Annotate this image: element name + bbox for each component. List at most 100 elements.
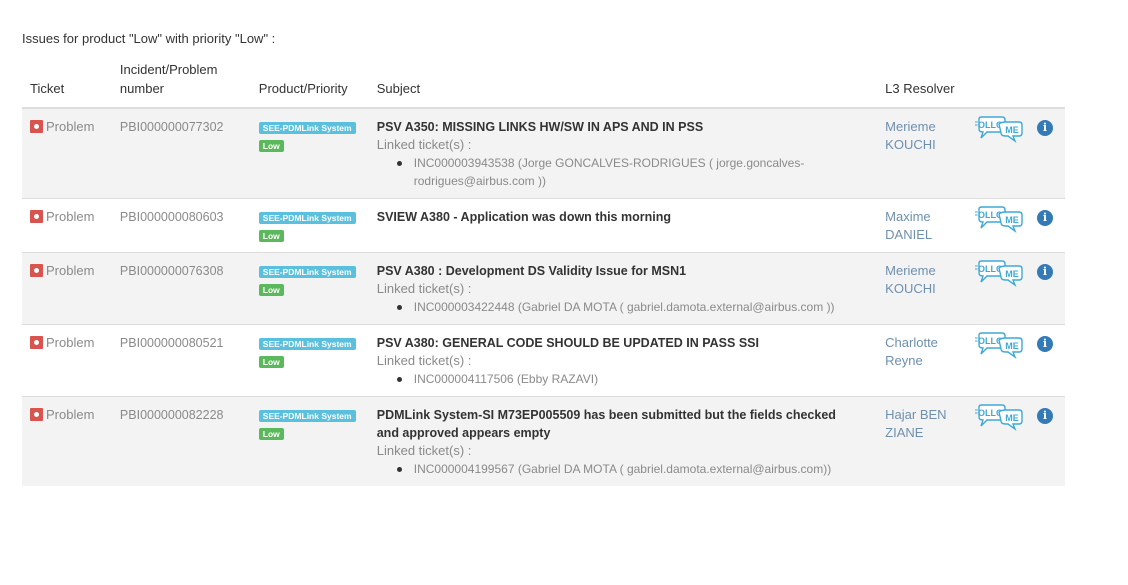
linked-tickets: Linked ticket(s) : INC000003943538 (Jorg… <box>377 136 871 190</box>
ticket-type-label: Problem <box>46 407 95 422</box>
priority-badge: Low <box>258 284 284 296</box>
ticket-cell: Problem <box>22 396 112 486</box>
subject-cell: PSV A350: MISSING LINKS HW/SW IN APS AND… <box>368 107 878 199</box>
linked-ticket-item: INC000003943538 (Jorge GONCALVES-RODRIGU… <box>396 154 871 190</box>
follow-me-icon[interactable]: FOLLOW ME <box>973 205 1023 233</box>
subject-cell: SVIEW A380 - Application was down this m… <box>368 198 878 253</box>
linked-tickets-label: Linked ticket(s) : <box>376 443 472 458</box>
follow-me-icon[interactable]: FOLLOW ME <box>973 331 1023 359</box>
subject-cell: PSV A380: GENERAL CODE SHOULD BE UPDATED… <box>368 324 878 397</box>
linked-ticket-line: INC000003422448 (Gabriel DA MOTA ( gabri… <box>413 300 835 314</box>
incident-number[interactable]: PBI000000080603 <box>111 198 251 253</box>
header-resolver: L3 Resolver <box>877 60 967 109</box>
ticket-type-label: Problem <box>46 335 95 350</box>
info-icon[interactable]: i <box>1037 120 1053 136</box>
resolver-last: KOUCHI <box>885 137 936 152</box>
subject-cell: PSV A380 : Development DS Validity Issue… <box>368 252 878 325</box>
subject-title[interactable]: PSV A380: GENERAL CODE SHOULD BE UPDATED… <box>377 334 871 352</box>
problem-icon <box>30 264 43 277</box>
follow-me-icon[interactable]: FOLLOW ME <box>973 259 1023 287</box>
linked-ticket-line: rodrigues@airbus.com )) <box>413 174 546 188</box>
page-heading: Issues for product "Low" with priority "… <box>22 31 276 46</box>
priority-badge: Low <box>258 356 284 368</box>
table-row: Problem PBI000000077302 SEE-PDMLink Syst… <box>22 107 1065 199</box>
problem-icon <box>30 120 43 133</box>
info-cell: i <box>1029 198 1065 253</box>
subject-cell: PDMLink System-SI M73EP005509 has been s… <box>368 396 878 486</box>
linked-ticket-line: INC000004199567 (Gabriel DA MOTA ( gabri… <box>413 462 832 476</box>
linked-tickets: Linked ticket(s) : INC000003422448 (Gabr… <box>377 280 871 316</box>
resolver-last: ZIANE <box>885 425 924 440</box>
issues-table: Ticket Incident/Problem number Product/P… <box>22 60 1065 486</box>
subject-line: and approved appears empty <box>376 426 551 440</box>
follow-cell: FOLLOW ME <box>967 396 1029 486</box>
product-badge: SEE-PDMLink System <box>258 212 356 224</box>
svg-text:ME: ME <box>1005 215 1019 225</box>
ticket-cell: Problem <box>22 324 112 397</box>
incident-number[interactable]: PBI000000082228 <box>111 396 251 486</box>
info-icon[interactable]: i <box>1037 210 1053 226</box>
resolver-name[interactable]: Merieme KOUCHI <box>877 107 967 199</box>
info-icon[interactable]: i <box>1037 336 1053 352</box>
subject-line: PSV A350: MISSING LINKS HW/SW IN APS AND… <box>376 120 704 134</box>
incident-number[interactable]: PBI000000080521 <box>111 324 251 397</box>
follow-cell: FOLLOW ME <box>967 107 1029 199</box>
header-info <box>1029 60 1065 109</box>
subject-title[interactable]: PSV A350: MISSING LINKS HW/SW IN APS AND… <box>377 118 871 136</box>
info-cell: i <box>1029 396 1065 486</box>
subject-line: PSV A380: GENERAL CODE SHOULD BE UPDATED… <box>376 336 759 350</box>
follow-cell: FOLLOW ME <box>967 198 1029 253</box>
info-icon[interactable]: i <box>1037 408 1053 424</box>
info-cell: i <box>1029 252 1065 325</box>
svg-text:ME: ME <box>1005 413 1019 423</box>
linked-tickets: Linked ticket(s) : INC000004199567 (Gabr… <box>377 442 871 478</box>
ticket-cell: Problem <box>22 198 112 253</box>
resolver-name[interactable]: Maxime DANIEL <box>877 198 967 253</box>
resolver-name[interactable]: Charlotte Reyne <box>877 324 967 397</box>
resolver-first: Merieme <box>885 263 936 278</box>
table-row: Problem PBI000000080603 SEE-PDMLink Syst… <box>22 198 1065 253</box>
svg-text:ME: ME <box>1005 341 1019 351</box>
subject-title[interactable]: SVIEW A380 - Application was down this m… <box>377 208 871 226</box>
linked-ticket-line: INC000004117506 (Ebby RAZAVI) <box>413 372 599 386</box>
resolver-first: Hajar BEN <box>885 407 947 422</box>
subject-line: PDMLink System-SI M73EP005509 has been s… <box>376 408 836 422</box>
header-ticket: Ticket <box>22 60 112 109</box>
problem-icon <box>30 336 43 349</box>
resolver-name[interactable]: Merieme KOUCHI <box>877 252 967 325</box>
header-number-line2: number <box>119 81 164 96</box>
header-number: Incident/Problem number <box>111 60 251 109</box>
linked-tickets-label: Linked ticket(s) : <box>376 353 472 368</box>
subject-line: PSV A380 : Development DS Validity Issue… <box>376 264 687 278</box>
linked-ticket-list: INC000003422448 (Gabriel DA MOTA ( gabri… <box>396 298 871 316</box>
resolver-last: KOUCHI <box>885 281 936 296</box>
table-row: Problem PBI000000080521 SEE-PDMLink Syst… <box>22 324 1065 397</box>
info-icon[interactable]: i <box>1037 264 1053 280</box>
ticket-cell: Problem <box>22 107 112 199</box>
header-product-priority: Product/Priority <box>250 60 369 109</box>
linked-ticket-list: INC000003943538 (Jorge GONCALVES-RODRIGU… <box>396 154 871 190</box>
product-badge: SEE-PDMLink System <box>258 266 356 278</box>
resolver-name[interactable]: Hajar BEN ZIANE <box>877 396 967 486</box>
product-badge: SEE-PDMLink System <box>258 122 356 134</box>
resolver-first: Maxime <box>885 209 931 224</box>
priority-badge: Low <box>258 140 284 152</box>
problem-icon <box>30 408 43 421</box>
subject-title[interactable]: PSV A380 : Development DS Validity Issue… <box>377 262 871 280</box>
incident-number[interactable]: PBI000000077302 <box>111 107 251 199</box>
linked-ticket-line: INC000003943538 (Jorge GONCALVES-RODRIGU… <box>413 156 805 170</box>
resolver-first: Charlotte <box>885 335 938 350</box>
incident-number[interactable]: PBI000000076308 <box>111 252 251 325</box>
product-priority-cell: SEE-PDMLink System Low <box>250 198 369 253</box>
table-header-row: Ticket Incident/Problem number Product/P… <box>22 60 1065 109</box>
product-priority-cell: SEE-PDMLink System Low <box>250 396 369 486</box>
svg-text:ME: ME <box>1005 269 1019 279</box>
ticket-type-label: Problem <box>46 263 95 278</box>
follow-me-icon[interactable]: FOLLOW ME <box>973 115 1023 143</box>
ticket-type-label: Problem <box>46 209 95 224</box>
follow-me-icon[interactable]: FOLLOW ME <box>973 403 1023 431</box>
priority-badge: Low <box>258 428 284 440</box>
info-cell: i <box>1029 324 1065 397</box>
subject-title[interactable]: PDMLink System-SI M73EP005509 has been s… <box>377 406 871 442</box>
resolver-last: DANIEL <box>885 227 933 242</box>
